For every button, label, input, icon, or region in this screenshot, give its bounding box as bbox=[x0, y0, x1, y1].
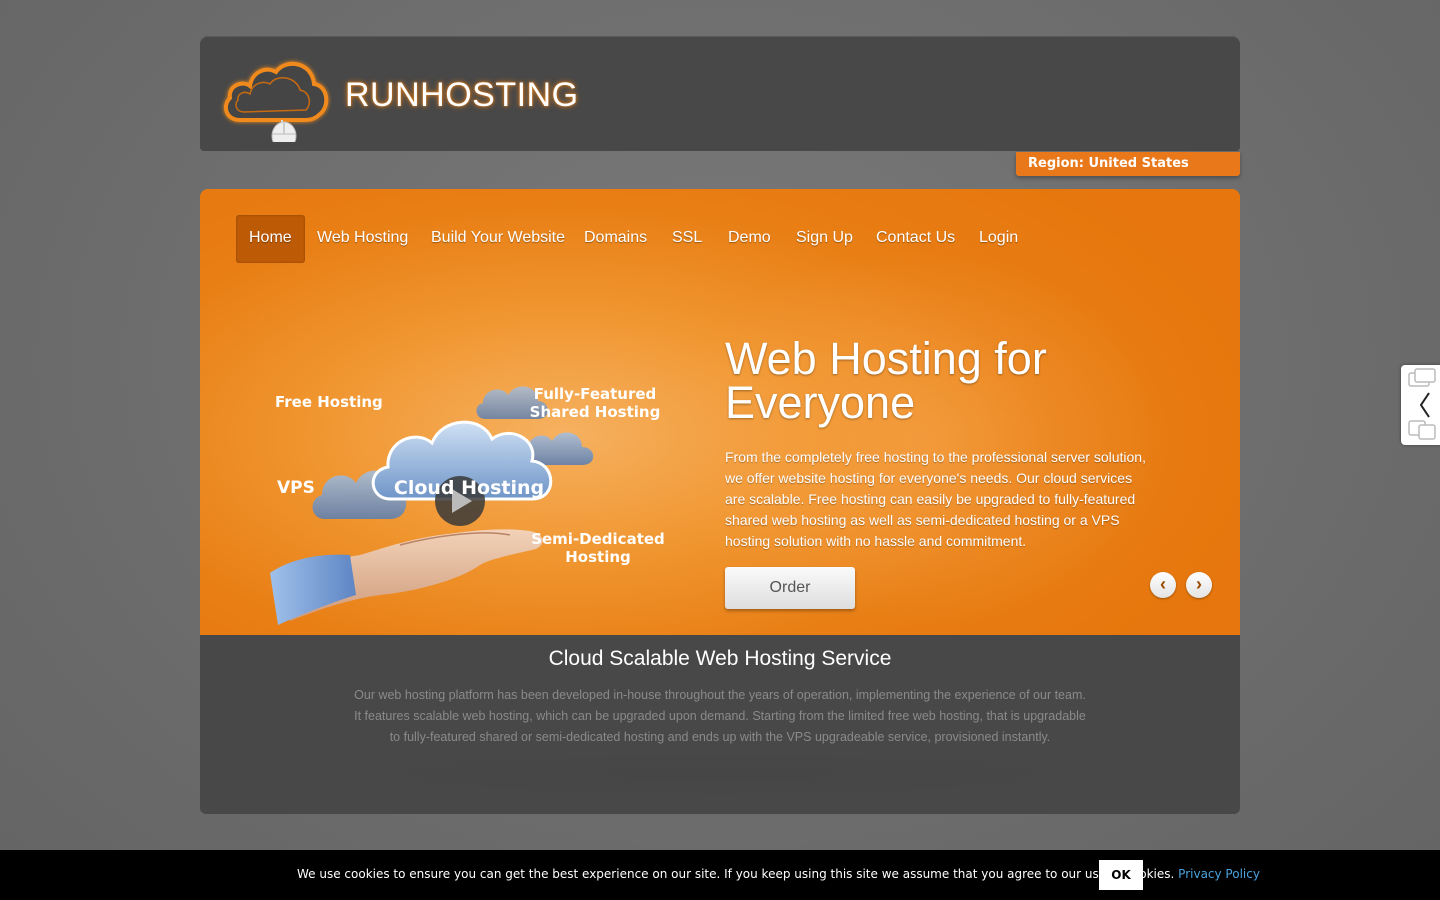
label-shared-hosting: Shared Hosting bbox=[530, 403, 661, 421]
region-selector[interactable]: Region: United States bbox=[1016, 152, 1240, 176]
cloud-mouse-logo-icon[interactable] bbox=[220, 50, 332, 142]
site-header: RUNHOSTING bbox=[200, 36, 1240, 151]
label-free-hosting: Free Hosting bbox=[275, 393, 383, 411]
section-title: Cloud Scalable Web Hosting Service bbox=[548, 647, 892, 670]
region-label: Region: United States bbox=[1028, 156, 1189, 171]
hero-title: Web Hosting for Everyone bbox=[725, 333, 1047, 428]
chevron-left-icon[interactable]: ‹ bbox=[1150, 572, 1176, 598]
nav-item-build-your-website[interactable]: Build Your Website bbox=[431, 215, 565, 263]
cookie-text: We use cookies to ensure you can get the… bbox=[297, 867, 1175, 881]
nav-item-contact-us[interactable]: Contact Us bbox=[876, 215, 955, 263]
cookie-bar: We use cookies to ensure you can get the… bbox=[0, 850, 1440, 900]
panel-shadow bbox=[240, 745, 1200, 805]
chevron-right-icon[interactable]: › bbox=[1186, 572, 1212, 598]
info-panel: Cloud Scalable Web Hosting Service Our w… bbox=[200, 635, 1240, 814]
order-button[interactable]: Order bbox=[725, 567, 855, 609]
brand-name[interactable]: RUNHOSTING bbox=[345, 76, 579, 115]
nav-item-ssl[interactable]: SSL bbox=[672, 215, 702, 263]
cookie-ok-button[interactable]: OK bbox=[1099, 860, 1143, 890]
privacy-policy-link[interactable]: Privacy Policy bbox=[1178, 867, 1260, 881]
nav-item-domains[interactable]: Domains bbox=[584, 215, 647, 263]
nav-item-home[interactable]: Home bbox=[236, 215, 305, 263]
chat-bubbles-icon[interactable] bbox=[1401, 365, 1440, 445]
hero-slider: Home Web Hosting Build Your Website Doma… bbox=[200, 189, 1240, 635]
feedback-widget[interactable] bbox=[1401, 365, 1440, 445]
label-semi-dedicated: Semi-Dedicated bbox=[531, 530, 665, 548]
label-fully-featured: Fully-Featured bbox=[534, 385, 657, 403]
nav-item-web-hosting[interactable]: Web Hosting bbox=[317, 215, 408, 263]
nav-item-sign-up[interactable]: Sign Up bbox=[796, 215, 853, 263]
nav-item-login[interactable]: Login bbox=[979, 215, 1018, 263]
cloud-hosting-illustration: Free Hosting Fully-Featured Shared Hosti… bbox=[270, 385, 665, 625]
section-text: Our web hosting platform has been develo… bbox=[354, 688, 1086, 744]
nav-item-demo[interactable]: Demo bbox=[728, 215, 771, 263]
label-cloud-hosting: Cloud Hosting bbox=[394, 477, 544, 499]
label-vps: VPS bbox=[277, 478, 315, 498]
hero-description: From the completely free hosting to the … bbox=[725, 449, 1146, 549]
label-hosting: Hosting bbox=[565, 548, 631, 566]
